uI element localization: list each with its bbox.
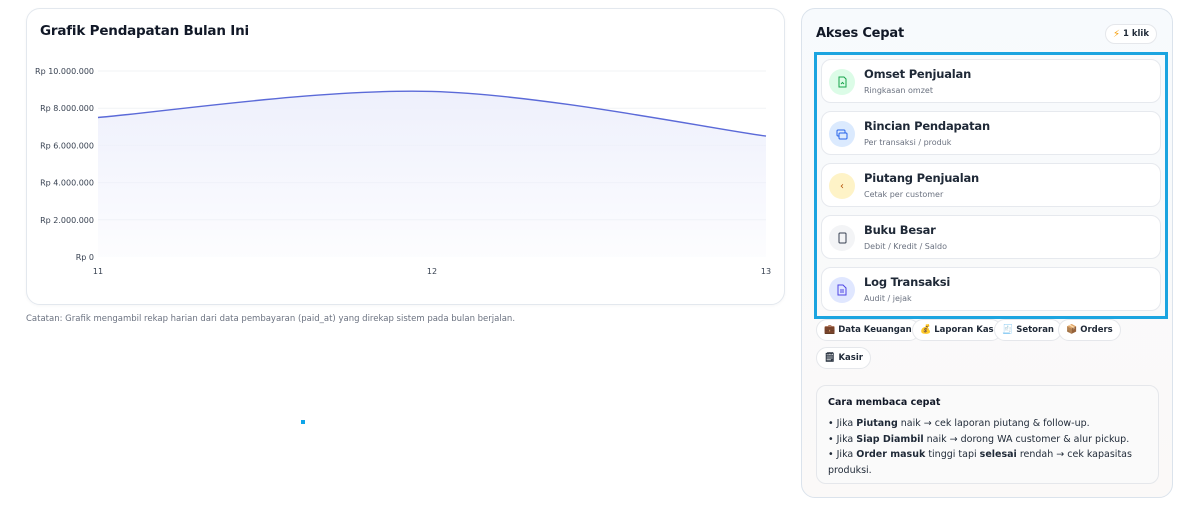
quick-link-subtitle: Debit / Kredit / Saldo — [864, 242, 947, 251]
one-click-badge: ⚡ 1 klik — [1104, 24, 1157, 44]
quick-link-log-transaksi[interactable]: Log Transaksi Audit / jejak — [821, 267, 1161, 311]
chip-data-keuangan[interactable]: 💼 Data Keuangan — [816, 319, 920, 341]
y-tick-label: Rp 8.000.000 — [40, 104, 94, 113]
book-icon — [829, 225, 855, 251]
money-bag-icon: 💰 — [920, 325, 932, 335]
notepad-icon: 🗒 — [824, 353, 836, 363]
briefcase-icon: 💼 — [824, 325, 836, 335]
package-icon: 📦 — [1066, 325, 1078, 335]
quick-link-buku-besar[interactable]: Buku Besar Debit / Kredit / Saldo — [821, 215, 1161, 259]
chip-label: Data Keuangan — [838, 325, 912, 335]
chart-note: Catatan: Grafik mengambil rekap harian d… — [26, 314, 516, 324]
how-to-read-box: Cara membaca cepat • Jika Piutang naik →… — [816, 385, 1159, 484]
quick-link-subtitle: Per transaksi / produk — [864, 138, 952, 147]
receipt-icon: 🧾 — [1002, 325, 1014, 335]
x-tick-label: 11 — [93, 267, 103, 276]
chip-setoran[interactable]: 🧾 Setoran — [994, 319, 1062, 341]
lightning-icon: ⚡ — [1112, 28, 1120, 40]
revenue-chart: Rp 0 Rp 2.000.000 Rp 4.000.000 Rp 6.000.000… — [35, 67, 771, 276]
y-tick-label: Rp 2.000.000 — [40, 216, 94, 225]
quick-link-title: Log Transaksi — [864, 275, 951, 289]
chip-laporan-kas[interactable]: 💰 Laporan Kas — [912, 319, 1002, 341]
quick-link-subtitle: Ringkasan omzet — [864, 86, 933, 95]
quick-link-subtitle: Audit / jejak — [864, 294, 912, 303]
chevron-left-icon: ‹ — [829, 173, 855, 199]
panel-title: Akses Cepat — [816, 26, 904, 41]
how-to-list: • Jika Piutang naik → cek laporan piutan… — [828, 416, 1153, 478]
quick-link-title: Buku Besar — [864, 223, 936, 237]
quick-link-title: Rincian Pendapatan — [864, 119, 990, 133]
revenue-chart-card: Grafik Pendapatan Bulan Ini Rp 0 Rp 2.000… — [26, 8, 785, 305]
quick-link-omset-penjualan[interactable]: Omset Penjualan Ringkasan omzet — [821, 59, 1161, 103]
how-to-item: • Jika Order masuk tinggi tapi selesai r… — [828, 449, 1132, 476]
how-to-item: • Jika Piutang naik → cek laporan piutan… — [828, 418, 1090, 429]
y-tick-label: Rp 10.000.000 — [35, 67, 94, 76]
series-area — [98, 91, 766, 257]
quick-link-subtitle: Cetak per customer — [864, 190, 944, 199]
quick-links-list: Omset Penjualan Ringkasan omzet Rincian … — [814, 52, 1168, 319]
chip-orders[interactable]: 📦 Orders — [1058, 319, 1121, 341]
chip-label: Setoran — [1016, 325, 1054, 335]
chip-label: Laporan Kas — [934, 325, 994, 335]
quick-link-rincian-pendapatan[interactable]: Rincian Pendapatan Per transaksi / produ… — [821, 111, 1161, 155]
quick-link-title: Piutang Penjualan — [864, 171, 980, 185]
file-icon — [829, 277, 855, 303]
how-to-item: • Jika Siap Diambil naik → dorong WA cus… — [828, 433, 1130, 445]
x-tick-label: 13 — [761, 267, 771, 276]
quick-link-piutang-penjualan[interactable]: ‹ Piutang Penjualan Cetak per customer — [821, 163, 1161, 207]
cards-icon — [829, 121, 855, 147]
chip-kasir[interactable]: 🗒 Kasir — [816, 347, 871, 369]
document-icon — [829, 69, 855, 95]
y-tick-label: Rp 0 — [76, 253, 94, 262]
quick-access-panel: Akses Cepat ⚡ 1 klik Omset Penjualan Rin… — [801, 8, 1173, 498]
loading-indicator — [301, 420, 305, 424]
y-tick-label: Rp 6.000.000 — [40, 141, 94, 150]
chip-label: Kasir — [838, 353, 863, 363]
badge-label: 1 klik — [1122, 29, 1149, 39]
how-to-title: Cara membaca cepat — [828, 397, 941, 408]
y-tick-label: Rp 4.000.000 — [40, 179, 94, 188]
x-tick-label: 12 — [427, 267, 437, 276]
quick-link-title: Omset Penjualan — [864, 67, 972, 81]
chip-label: Orders — [1080, 325, 1113, 335]
